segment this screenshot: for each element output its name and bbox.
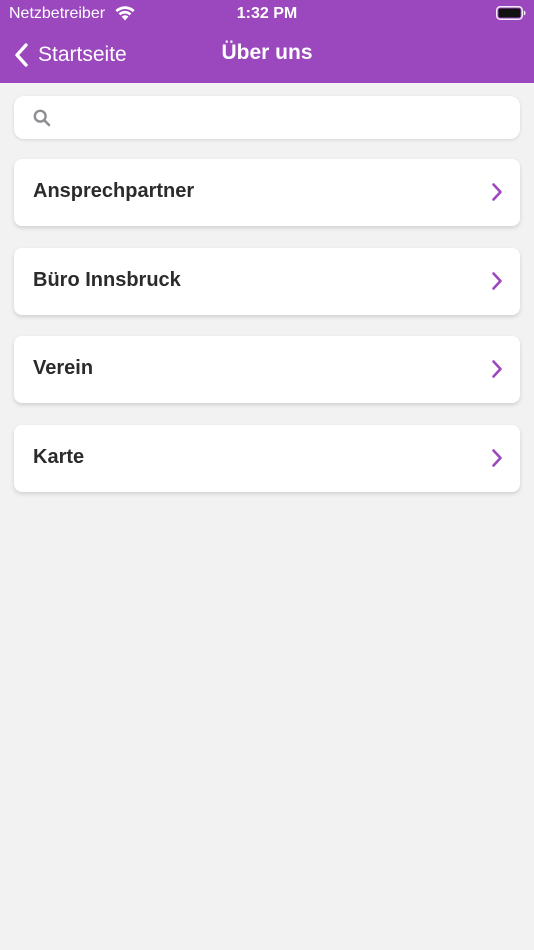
menu-item-ansprechpartner[interactable]: Ansprechpartner (14, 159, 520, 226)
status-bar: Netzbetreiber 1:32 PM (0, 0, 534, 28)
menu-item-label: Büro Innsbruck (33, 268, 181, 291)
chevron-right-icon (492, 448, 502, 467)
search-input[interactable] (62, 102, 512, 133)
menu-item-label: Verein (33, 357, 94, 379)
menu-item-label: Ansprechpartner (33, 180, 195, 202)
menu-item-label: Karte (33, 445, 85, 468)
page-title: Über uns (221, 41, 313, 64)
chevron-right-icon (492, 183, 502, 201)
status-time: 1:32 PM (236, 5, 298, 22)
search-icon (33, 109, 51, 127)
navigation-bar: Startseite Über uns (0, 28, 534, 83)
app-screen: Netzbetreiber 1:32 PM Startseite Über un… (0, 0, 534, 950)
menu-item-karte[interactable]: Karte (14, 424, 520, 492)
chevron-right-icon (492, 271, 502, 290)
menu-item-verein[interactable]: Verein (14, 336, 520, 403)
search-bar[interactable] (14, 96, 520, 139)
battery-full-icon (496, 6, 526, 20)
header: Netzbetreiber 1:32 PM Startseite Über un… (0, 0, 534, 83)
chevron-right-icon (492, 360, 502, 378)
menu-item-buero-innsbruck[interactable]: Büro Innsbruck (14, 247, 520, 315)
menu-list: Ansprechpartner Büro Innsbruck Verein Ka… (14, 159, 520, 513)
